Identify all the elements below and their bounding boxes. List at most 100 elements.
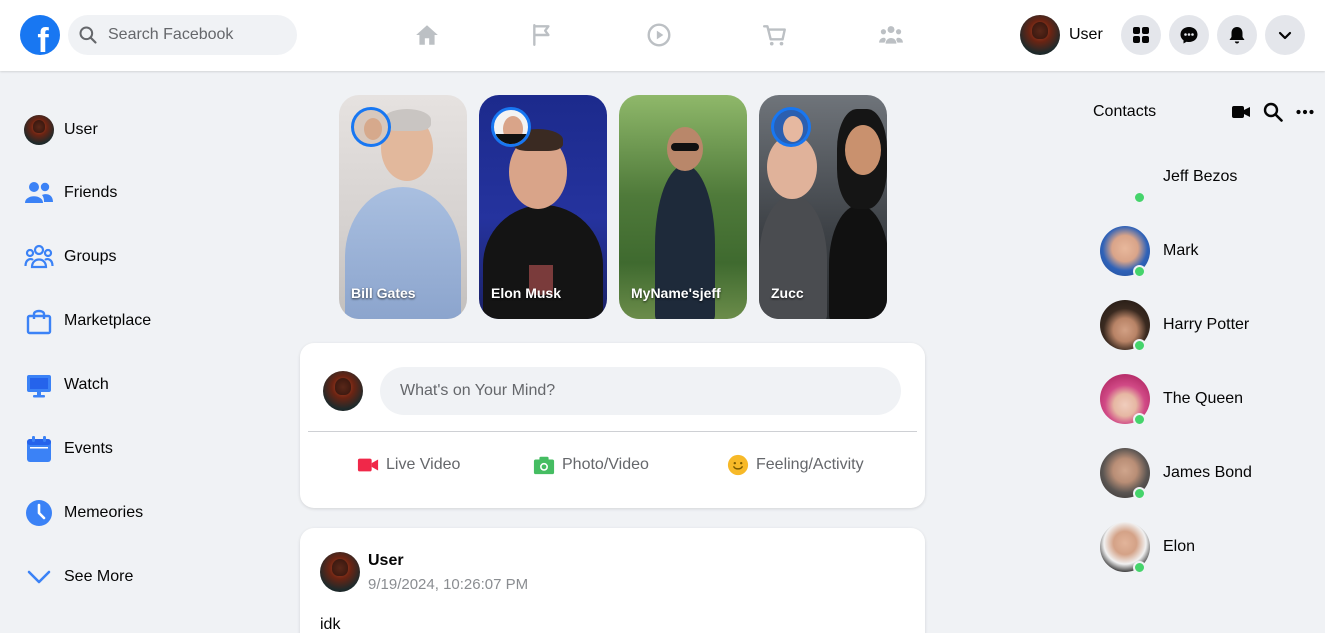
- contact-item[interactable]: Mark: [1100, 225, 1320, 278]
- sidebar-item-label: User: [64, 121, 98, 138]
- contact-avatar: [1100, 152, 1150, 204]
- sidebar-item-label: Watch: [64, 376, 109, 393]
- grid-icon: [1133, 27, 1149, 43]
- contact-avatar: [1100, 448, 1150, 500]
- smiley-icon: [727, 454, 749, 476]
- online-status-dot: [1133, 561, 1146, 574]
- story-name: Bill Gates: [351, 285, 416, 301]
- sidebar-item-label: Friends: [64, 184, 118, 201]
- clock-icon: [24, 498, 54, 528]
- home-icon[interactable]: [412, 20, 442, 50]
- sidebar-item-memories[interactable]: Memeories: [24, 493, 244, 533]
- contact-name: James Bond: [1163, 464, 1252, 481]
- user-avatar: [323, 371, 363, 411]
- sidebar-item-user[interactable]: User: [24, 110, 244, 150]
- post-timestamp[interactable]: 9/19/2024, 10:26:07 PM: [368, 576, 528, 593]
- sidebar-item-label: Marketplace: [64, 312, 152, 329]
- contact-item[interactable]: Elon: [1100, 521, 1320, 574]
- sidebar-item-watch[interactable]: Watch: [24, 365, 244, 405]
- sidebar-item-label: Events: [64, 440, 113, 457]
- groups-nav-icon[interactable]: [876, 20, 906, 50]
- online-status-dot: [1133, 413, 1146, 426]
- calendar-icon: [24, 434, 54, 464]
- online-status-dot: [1133, 191, 1146, 204]
- contact-avatar: [1100, 226, 1150, 278]
- story-card[interactable]: MyName'sjeff: [619, 95, 747, 319]
- feeling-activity-label: Feeling/Activity: [756, 456, 864, 473]
- story-name: Zucc: [771, 285, 804, 301]
- contact-name: Jeff Bezos: [1163, 168, 1238, 185]
- composer-placeholder: What's on Your Mind?: [400, 382, 556, 399]
- feed-post: User 9/19/2024, 10:26:07 PM idk: [300, 528, 925, 633]
- search-icon: [79, 26, 97, 44]
- online-status-dot: [1133, 487, 1146, 500]
- messenger-button[interactable]: [1169, 15, 1209, 55]
- contact-item[interactable]: James Bond: [1100, 447, 1320, 500]
- groups-icon: [24, 242, 54, 272]
- story-name: MyName'sjeff: [631, 285, 721, 301]
- story-card[interactable]: Elon Musk: [479, 95, 607, 319]
- online-status-dot: [1133, 265, 1146, 278]
- post-author[interactable]: User: [368, 552, 404, 570]
- contact-name: Mark: [1163, 242, 1199, 259]
- watch-video-icon[interactable]: [644, 20, 674, 50]
- divider: [308, 431, 917, 432]
- whats-on-your-mind-input[interactable]: What's on Your Mind?: [380, 367, 901, 415]
- feeling-activity-button[interactable]: Feeling/Activity: [727, 454, 864, 476]
- menu-grid-button[interactable]: [1121, 15, 1161, 55]
- search-contacts-icon[interactable]: [1262, 101, 1284, 123]
- sidebar-item-marketplace[interactable]: Marketplace: [24, 301, 244, 341]
- video-call-icon[interactable]: [1230, 101, 1252, 123]
- live-video-label: Live Video: [386, 456, 461, 473]
- contact-item[interactable]: The Queen: [1100, 373, 1320, 426]
- story-card[interactable]: Bill Gates: [339, 95, 467, 319]
- online-status-dot: [1133, 339, 1146, 352]
- marketplace-cart-icon[interactable]: [760, 20, 790, 50]
- bell-icon: [1229, 27, 1245, 44]
- search-input[interactable]: [108, 26, 288, 44]
- sidebar-item-events[interactable]: Events: [24, 429, 244, 469]
- contact-avatar: [1100, 374, 1150, 426]
- user-avatar: [1020, 15, 1060, 55]
- sidebar-item-see-more[interactable]: See More: [24, 557, 244, 597]
- chevron-down-icon: [24, 562, 54, 592]
- top-navigation-bar: f User: [0, 0, 1325, 71]
- photo-video-label: Photo/Video: [562, 456, 649, 473]
- contact-item[interactable]: Jeff Bezos: [1100, 151, 1320, 204]
- shopping-bag-icon: [24, 306, 54, 336]
- contacts-title: Contacts: [1093, 103, 1157, 120]
- sidebar-item-label: Memeories: [64, 504, 144, 521]
- post-author-avatar[interactable]: [320, 552, 360, 592]
- user-avatar: [24, 115, 54, 145]
- pages-flag-icon[interactable]: [528, 20, 558, 50]
- story-card[interactable]: Zucc: [759, 95, 887, 319]
- facebook-logo-icon[interactable]: f: [20, 15, 60, 55]
- post-text: idk: [320, 616, 341, 633]
- top-user-label: User: [1069, 26, 1103, 43]
- monitor-icon: [24, 370, 54, 400]
- contact-item[interactable]: Harry Potter: [1100, 299, 1320, 352]
- search-box[interactable]: [68, 15, 297, 55]
- top-user-profile[interactable]: User: [1020, 15, 1103, 55]
- contact-name: Elon: [1163, 538, 1196, 555]
- notifications-button[interactable]: [1217, 15, 1257, 55]
- photo-video-button[interactable]: Photo/Video: [533, 454, 649, 476]
- contact-avatar: [1100, 522, 1150, 574]
- post-composer: What's on Your Mind? Live Video Photo/Vi…: [300, 343, 925, 508]
- chevron-down-icon: [1278, 31, 1292, 40]
- story-name: Elon Musk: [491, 285, 562, 301]
- sidebar-item-label: See More: [64, 568, 134, 585]
- camera-icon: [533, 456, 555, 475]
- live-video-icon: [357, 458, 379, 472]
- chat-bubble-icon: [1180, 27, 1198, 44]
- live-video-button[interactable]: Live Video: [357, 454, 460, 476]
- friends-icon: [24, 178, 54, 208]
- contact-name: Harry Potter: [1163, 316, 1250, 333]
- contact-name: The Queen: [1163, 390, 1244, 407]
- sidebar-item-friends[interactable]: Friends: [24, 173, 244, 213]
- account-menu-button[interactable]: [1265, 15, 1305, 55]
- sidebar-item-groups[interactable]: Groups: [24, 237, 244, 277]
- more-options-icon[interactable]: [1294, 101, 1316, 123]
- sidebar-item-label: Groups: [64, 248, 117, 265]
- contact-avatar: [1100, 300, 1150, 352]
